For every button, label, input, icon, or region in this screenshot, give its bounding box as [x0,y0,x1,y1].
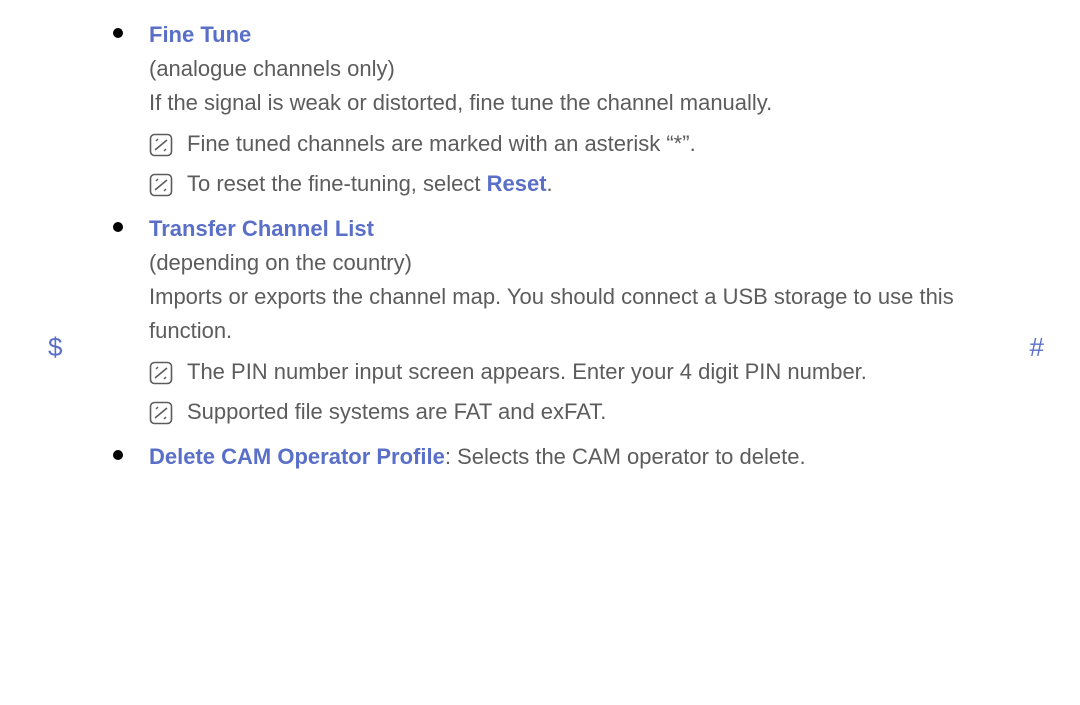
fine-tune-notes: Fine tuned channels are marked with an a… [149,124,1025,204]
reset-link[interactable]: Reset [487,171,547,196]
delete-cam-heading: Delete CAM Operator Profile [149,444,445,469]
note-text: To reset the fine-tuning, select Reset. [187,169,553,199]
note-text: Supported file systems are FAT and exFAT… [187,397,606,427]
nav-prev-button[interactable]: $ [48,332,62,363]
note-icon [149,173,173,197]
transfer-subtitle: (depending on the country) [149,246,1025,280]
note-suffix: . [547,171,553,196]
note-prefix: To reset the fine-tuning, select [187,171,487,196]
delete-cam-description: : Selects the CAM operator to delete. [445,444,806,469]
manual-page: $ # Fine Tune (analogue channels only) I… [0,0,1080,705]
note-row: Supported file systems are FAT and exFAT… [149,392,1025,432]
transfer-heading: Transfer Channel List [149,212,1025,246]
note-text: The PIN number input screen appears. Ent… [187,357,867,387]
transfer-notes: The PIN number input screen appears. Ent… [149,352,1025,432]
section-delete-cam: Delete CAM Operator Profile: Selects the… [105,440,1025,474]
section-list: Fine Tune (analogue channels only) If th… [105,18,1025,474]
fine-tune-heading: Fine Tune [149,18,1025,52]
fine-tune-body: If the signal is weak or distorted, fine… [149,86,1025,120]
note-icon [149,133,173,157]
note-icon [149,361,173,385]
section-fine-tune: Fine Tune (analogue channels only) If th… [105,18,1025,204]
content-area: Fine Tune (analogue channels only) If th… [105,18,1025,474]
fine-tune-subtitle: (analogue channels only) [149,52,1025,86]
note-text: Fine tuned channels are marked with an a… [187,129,696,159]
note-row: Fine tuned channels are marked with an a… [149,124,1025,164]
note-row: To reset the fine-tuning, select Reset. [149,164,1025,204]
note-row: The PIN number input screen appears. Ent… [149,352,1025,392]
section-transfer-channel-list: Transfer Channel List (depending on the … [105,212,1025,432]
nav-next-button[interactable]: # [1030,332,1044,363]
note-icon [149,401,173,425]
transfer-body: Imports or exports the channel map. You … [149,280,1019,348]
